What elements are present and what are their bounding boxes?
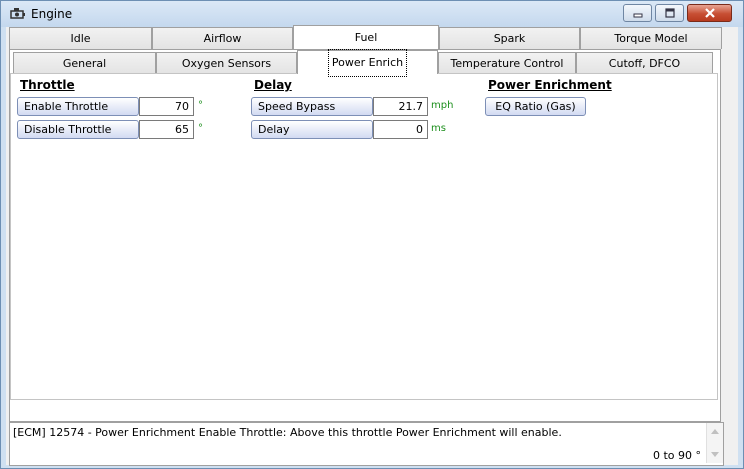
button-label: Disable Throttle [24,123,112,136]
tab-fuel[interactable]: Fuel [293,25,439,49]
throttle-group-title: Throttle [20,78,75,92]
tab-spark[interactable]: Spark [439,27,580,49]
status-help-area: [ECM] 12574 - Power Enrichment Enable Th… [9,422,724,466]
speed-bypass-unit: mph [431,100,454,111]
maximize-button[interactable] [655,4,684,22]
button-label: EQ Ratio (Gas) [495,100,576,113]
tab-label: Airflow [203,32,242,45]
main-tab-strip: Idle Airflow Fuel Spark Torque Model [9,25,722,49]
value-range: 0 to 90 ° [652,449,701,462]
speed-bypass-value[interactable]: 21.7 [373,97,428,116]
tab-label: Temperature Control [450,57,564,70]
delay-group-title: Delay [254,78,292,92]
engine-window: Engine Idle Airflow Fuel Spark Torque Mo… [0,0,744,469]
delay-value[interactable]: 0 [373,120,428,139]
power-enrichment-group-title: Power Enrichment [488,78,612,92]
status-scrollbar[interactable] [706,423,723,463]
minimize-icon [624,5,651,21]
tab-label: Oxygen Sensors [181,57,272,70]
tab-label: Torque Model [614,32,688,45]
title-bar[interactable]: Engine [1,1,743,27]
client-area: Idle Airflow Fuel Spark Torque Model Gen… [6,25,738,466]
speed-bypass-button[interactable]: Speed Bypass [251,97,373,116]
maximize-icon [656,5,683,21]
tab-general[interactable]: General [13,52,156,74]
engine-icon [10,7,26,21]
tab-label: Power Enrich [327,49,408,77]
delay-button[interactable]: Delay [251,120,373,139]
enable-throttle-unit: ° [198,100,203,111]
disable-throttle-unit: ° [198,123,203,134]
fuel-sub-tab-strip: General Oxygen Sensors Power Enrich Temp… [13,49,713,77]
enable-throttle-value[interactable]: 70 [139,97,194,116]
tab-oxygen-sensors[interactable]: Oxygen Sensors [156,52,297,74]
tab-idle[interactable]: Idle [9,27,152,49]
tab-label: General [62,57,107,70]
disable-throttle-button[interactable]: Disable Throttle [17,120,139,139]
tab-label: Idle [70,32,91,45]
power-enrich-panel: Throttle Enable Throttle 70 ° Disable Th… [10,73,718,400]
button-label: Delay [258,123,290,136]
tab-cutoff-dfco[interactable]: Cutoff, DFCO [576,52,713,74]
close-icon [688,5,731,21]
status-message: [ECM] 12574 - Power Enrichment Enable Th… [13,426,562,439]
tab-airflow[interactable]: Airflow [152,27,293,49]
delay-unit: ms [431,123,446,134]
scroll-up-icon[interactable] [711,429,719,434]
enable-throttle-button[interactable]: Enable Throttle [17,97,139,116]
tab-label: Spark [493,32,526,45]
disable-throttle-value[interactable]: 65 [139,120,194,139]
tab-power-enrich[interactable]: Power Enrich [297,49,438,77]
button-label: Enable Throttle [24,100,109,113]
minimize-button[interactable] [623,4,652,22]
close-button[interactable] [687,4,732,22]
tab-label: Fuel [354,31,378,44]
tab-torque-model[interactable]: Torque Model [580,27,722,49]
window-title: Engine [31,7,73,21]
scroll-down-icon[interactable] [711,452,719,457]
eq-ratio-gas-button[interactable]: EQ Ratio (Gas) [485,97,586,116]
tab-temperature-control[interactable]: Temperature Control [438,52,576,74]
tab-label: Cutoff, DFCO [608,57,681,70]
button-label: Speed Bypass [258,100,336,113]
